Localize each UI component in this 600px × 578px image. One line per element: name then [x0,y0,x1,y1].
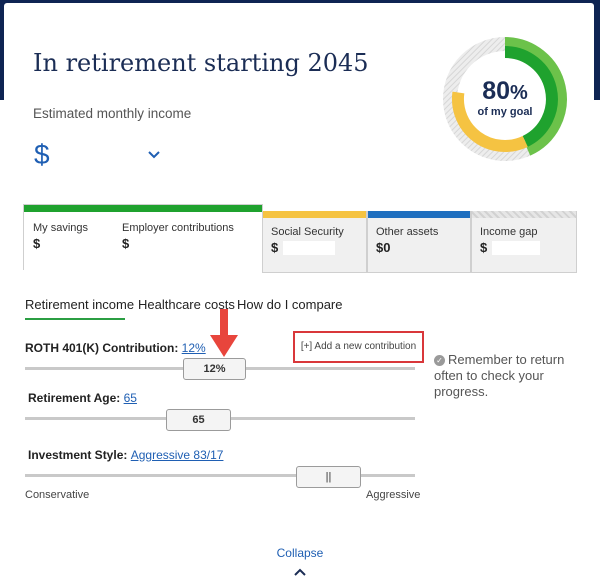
red-arrow-annotation [210,309,238,357]
monthly-income-value: $ [34,139,50,170]
retirement-age-link[interactable]: 65 [124,391,137,405]
tile-label-other-assets: Other assets [376,226,439,238]
redacted-value [492,241,540,255]
tile-other-assets[interactable]: Other assets $0 [367,211,471,273]
goal-caption: of my goal [477,106,533,118]
collapse-link[interactable]: Collapse [260,546,340,560]
tile-label-social-security: Social Security [271,226,344,238]
tile-value-other-assets: $0 [376,240,391,255]
tile-blue-bar [368,211,470,218]
tile-label-my-savings: My savings [33,222,89,234]
tile-value-employer: $ [122,236,130,251]
contribution-label: ROTH 401(K) Contribution: 12% [25,341,206,355]
page-title: In retirement starting 2045 [33,49,369,77]
active-tab-underline [25,318,125,320]
estimated-income-label: Estimated monthly income [33,106,192,121]
tile-value-my-savings: $ [33,236,41,251]
tile-label-employer: Employer contributions [122,222,234,234]
tile-label-income-gap: Income gap [480,226,538,238]
chevron-down-icon[interactable] [147,150,161,160]
retirement-age-slider-thumb[interactable]: 65 [166,409,231,431]
slider-min-label: Conservative [25,489,90,501]
investment-style-link[interactable]: Aggressive 83/17 [131,448,224,462]
tile-social-security[interactable]: Social Security $ [262,211,367,273]
tile-green-bar [24,205,262,212]
add-contribution-button[interactable]: [+] Add a new contribution [293,331,424,363]
reminder-note: ✓ Remember to return often to check your … [434,352,565,399]
tile-income-gap[interactable]: Income gap $ [471,211,577,273]
contribution-slider-thumb[interactable]: 12% [183,358,246,380]
slider-max-label: Aggressive [366,489,421,501]
redacted-value [283,241,335,255]
tile-yellow-bar [263,211,366,218]
retirement-age-label: Retirement Age: 65 [28,391,137,405]
check-circle-icon: ✓ [434,355,445,366]
tab-retirement-income[interactable]: Retirement income [25,297,134,312]
add-contribution-label: [+] Add a new contribution [300,341,417,352]
investment-style-slider-thumb[interactable]: || [296,466,361,488]
tile-value-social-security: $ [271,240,279,255]
tile-value-income-gap: $ [480,240,488,255]
contribution-link[interactable]: 12% [182,341,206,355]
tab-how-do-i-compare[interactable]: How do I compare [237,297,343,312]
investment-style-label: Investment Style: Aggressive 83/17 [28,448,224,462]
chevron-up-icon[interactable] [293,568,307,577]
goal-percent: 80% [482,77,528,105]
tile-my-savings-employer[interactable]: My savings $ Employer contributions $ [23,204,263,270]
tile-hatched-bar [472,211,576,218]
